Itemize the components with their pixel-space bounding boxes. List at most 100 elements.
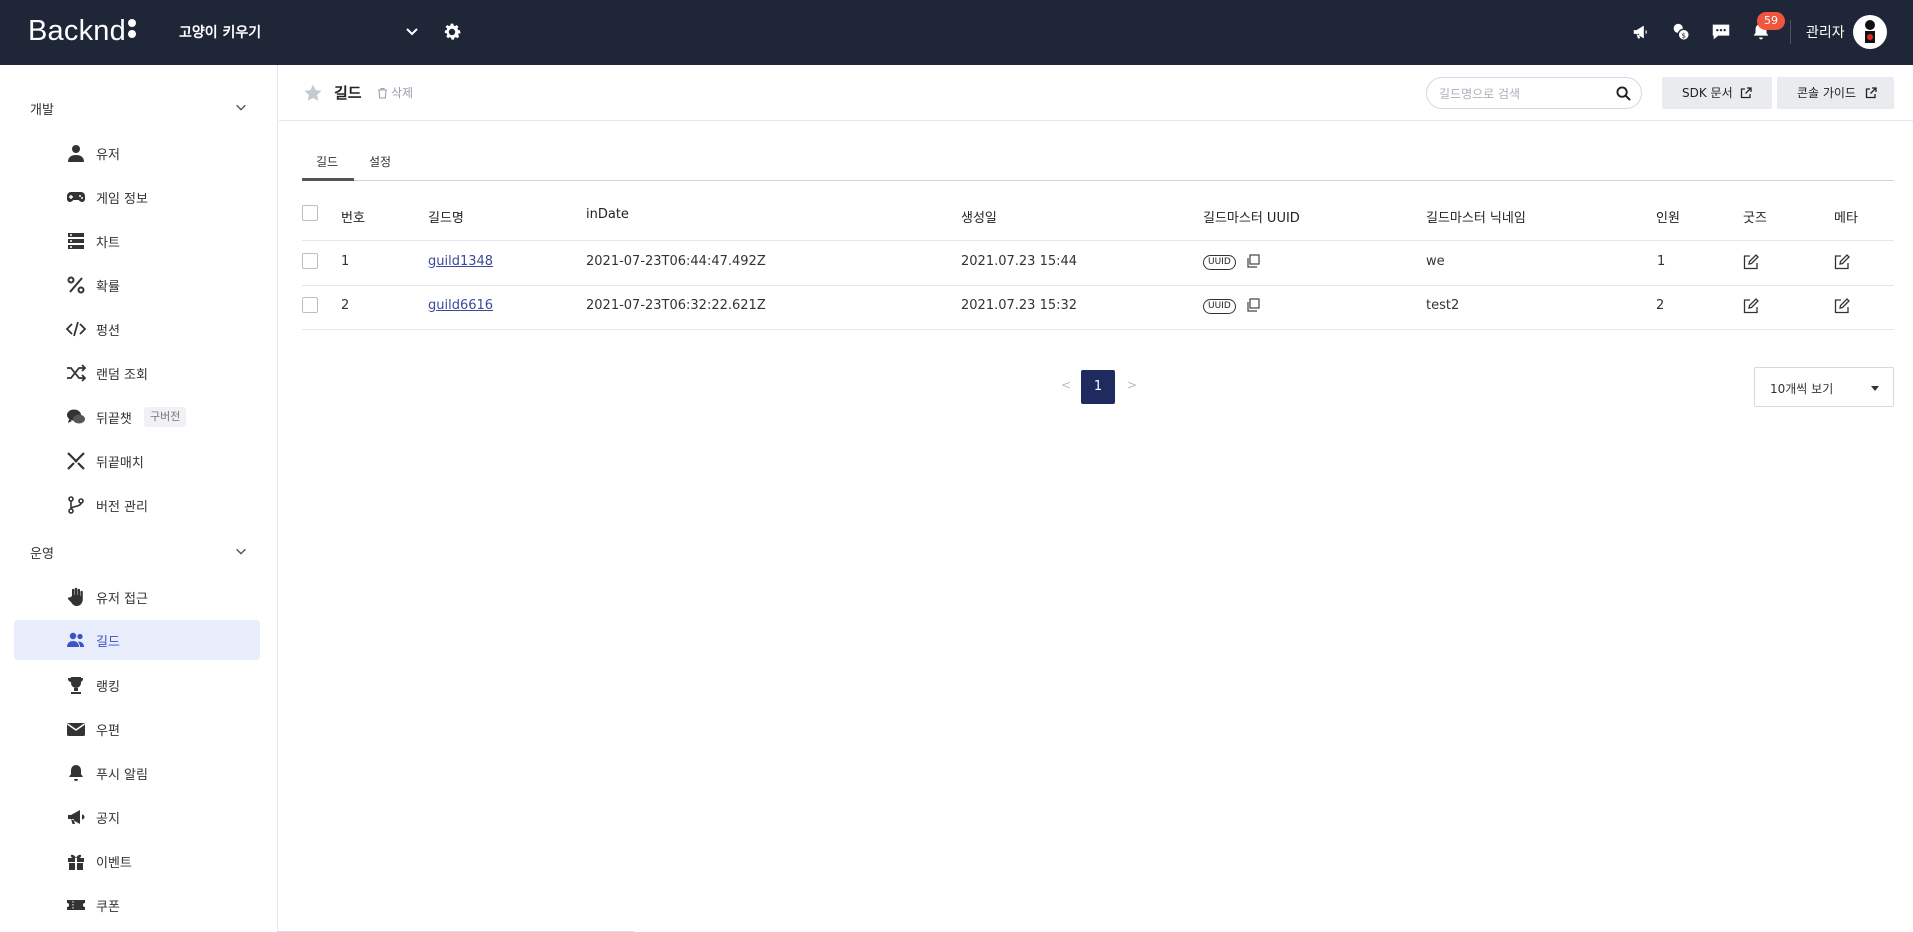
row-indate: 2021-07-23T06:32:22.621Z [586,298,766,313]
sidebar-item-version[interactable]: 버전 관리 [14,485,260,525]
sidebar-item-ranking[interactable]: 랭킹 [14,665,260,705]
coins-icon[interactable]: $ [1670,21,1692,43]
sidebar-item-label: 우편 [96,724,120,739]
sidebar-item-label: 유저 접근 [96,592,148,607]
search-input[interactable] [1439,84,1609,104]
column-header-meta[interactable]: 메타 [1834,207,1858,226]
copy-icon[interactable] [1246,298,1260,312]
sidebar-item-label: 뒤끝매치 [96,456,144,471]
sidebar-item-event[interactable]: 이벤트 [14,841,260,881]
sidebar-item-label: 펑션 [96,324,120,339]
row-checkbox[interactable] [302,297,318,313]
column-header-indate[interactable]: inDate [586,207,629,222]
trash-icon [378,87,387,99]
tabs-divider [302,180,1894,181]
topbar-divider [1790,20,1791,44]
column-header-no[interactable]: 번호 [341,207,365,226]
select-all-checkbox[interactable] [302,205,318,221]
sidebar-item-notice[interactable]: 공지 [14,797,260,837]
sidebar-item-mail[interactable]: 우편 [14,709,260,749]
chevron-down-icon[interactable] [404,23,420,39]
pagination-page-current[interactable]: 1 [1081,370,1115,404]
gamepad-icon [67,192,85,202]
sidebar-item-label: 차트 [96,236,120,251]
page-size-value: 10개씩 보기 [1770,382,1834,396]
edit-meta-icon[interactable] [1834,254,1850,270]
header-divider [302,240,1894,241]
sidebar-item-push[interactable]: 푸시 알림 [14,753,260,793]
chat-icon[interactable] [1710,21,1732,43]
row-nickname: we [1426,254,1445,269]
chevron-down-icon[interactable] [234,544,248,558]
sidebar-item-label: 길드 [96,635,120,650]
page-size-select[interactable]: 10개씩 보기 [1754,367,1894,407]
column-header-master-nickname[interactable]: 길드마스터 닉네임 [1426,207,1526,226]
sidebar-item-probability[interactable]: 확률 [14,265,260,305]
server-icon [68,233,84,249]
sidebar-item-label: 이벤트 [96,856,132,871]
column-header-created[interactable]: 생성일 [961,207,997,226]
sidebar-item-label: 게임 정보 [96,192,148,207]
pagination-next[interactable]: > [1127,378,1137,392]
sidebar-item-coupon[interactable]: 쿠폰 [14,885,260,925]
sidebar-item-function[interactable]: 펑션 [14,309,260,349]
uuid-pill[interactable]: UUID [1203,255,1236,270]
uuid-pill[interactable]: UUID [1203,299,1236,314]
column-header-guild-name[interactable]: 길드명 [428,207,464,226]
users-icon [67,632,84,647]
sdk-docs-button[interactable]: SDK 문서 [1662,77,1772,109]
guild-name-link[interactable]: guild1348 [428,254,493,269]
sidebar-item-random[interactable]: 랜덤 조회 [14,353,260,393]
guild-search-box[interactable] [1426,77,1642,109]
tab-settings[interactable]: 설정 [369,153,391,170]
percent-icon [67,276,85,294]
sidebar-item-chat[interactable]: 뒤끝챗 구버전 [14,397,260,437]
copy-icon[interactable] [1246,254,1260,268]
star-icon[interactable] [303,83,323,103]
sidebar-item-label: 푸시 알림 [96,768,148,783]
megaphone-icon[interactable] [1631,21,1653,43]
sidebar-item-game-info[interactable]: 게임 정보 [14,177,260,217]
edit-meta-icon[interactable] [1834,298,1850,314]
project-selector-label[interactable]: 고양이 키우기 [179,22,261,42]
delete-button[interactable]: 삭제 [377,84,413,101]
user-icon [68,145,84,162]
sidebar-item-user-access[interactable]: 유저 접근 [14,577,260,617]
guild-name-link[interactable]: guild6616 [428,298,493,313]
envelope-icon [67,723,85,736]
sidebar-item-match[interactable]: 뒤끝매치 [14,441,260,481]
sidebar-item-label: 공지 [96,812,120,827]
sidebar-item-guild[interactable]: 길드 [14,620,260,660]
gear-icon[interactable] [441,21,463,43]
code-icon [66,321,86,337]
sidebar-section-dev[interactable]: 개발 [30,99,54,118]
logo[interactable]: Backnd [28,15,136,48]
tab-guild[interactable]: 길드 [316,153,338,170]
sidebar-item-users[interactable]: 유저 [14,133,260,173]
column-header-master-uuid[interactable]: 길드마스터 UUID [1203,207,1300,226]
trophy-icon [68,677,83,694]
chevron-down-icon[interactable] [234,100,248,114]
row-no: 1 [341,254,350,269]
console-guide-button[interactable]: 콘솔 가이드 [1777,77,1894,109]
pagination-prev[interactable]: < [1061,378,1071,392]
sidebar-section-ops[interactable]: 운영 [30,543,54,562]
sidebar-item-label: 유저 [96,148,120,163]
top-navigation-bar: Backnd 고양이 키우기 $ 59 관리자 [0,0,1913,65]
row-checkbox[interactable] [302,253,318,269]
search-icon[interactable] [1616,86,1631,101]
sidebar-item-chart[interactable]: 차트 [14,221,260,261]
edit-goods-icon[interactable] [1743,254,1759,270]
admin-label[interactable]: 관리자 [1806,22,1845,42]
row-divider [302,329,1894,330]
row-members: 2 [1656,298,1665,313]
column-header-goods[interactable]: 굿즈 [1743,207,1767,226]
chat-bubbles-icon [67,409,85,424]
delete-label: 삭제 [391,86,414,100]
bell-icon [69,765,83,781]
external-link-icon [1740,87,1752,99]
column-header-members[interactable]: 인원 [1656,207,1680,226]
row-created: 2021.07.23 15:44 [961,254,1078,269]
avatar[interactable] [1853,15,1887,49]
edit-goods-icon[interactable] [1743,298,1759,314]
